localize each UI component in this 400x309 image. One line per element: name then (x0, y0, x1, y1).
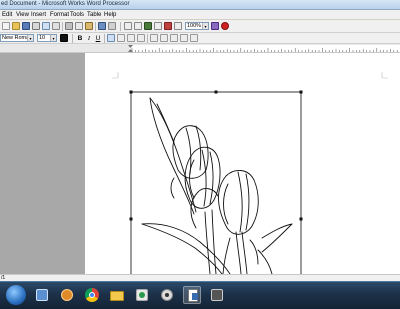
toolbar-separator (95, 22, 96, 31)
help-icon[interactable] (221, 22, 229, 30)
toolbar-separator (104, 34, 105, 43)
menu-bar: Edit View Insert Format Tools Table Help (0, 10, 400, 20)
spell-check-icon[interactable] (52, 22, 60, 30)
open-folder-icon[interactable] (12, 22, 20, 30)
print-icon[interactable] (32, 22, 40, 30)
ruler-ticks (128, 45, 398, 52)
title-bar: ed Document - Microsoft Works Word Proce… (0, 0, 400, 10)
chevron-down-icon[interactable]: ▾ (50, 35, 56, 41)
chrome-icon[interactable] (83, 286, 101, 304)
menu-tools[interactable]: Tools (70, 12, 84, 18)
toolbar-separator (72, 34, 73, 43)
word-processor-window: ed Document - Microsoft Works Word Proce… (0, 0, 400, 309)
document-page[interactable] (85, 53, 400, 274)
task-manager-icon[interactable] (33, 286, 51, 304)
handle-top-right[interactable] (299, 90, 303, 94)
picture-frame (130, 91, 302, 274)
menu-edit[interactable]: Edit (2, 12, 12, 18)
menu-help[interactable]: Help (104, 12, 116, 18)
chevron-down-icon[interactable]: ▾ (202, 23, 208, 29)
justify-icon[interactable] (137, 34, 145, 42)
columns-icon[interactable] (190, 34, 198, 42)
handle-middle-left[interactable] (129, 217, 133, 221)
handle-top-left[interactable] (129, 90, 133, 94)
toolbar-separator (120, 22, 121, 31)
insert-clipart-icon[interactable] (164, 22, 172, 30)
insert-spreadsheet-icon[interactable] (134, 22, 142, 30)
handle-middle-right[interactable] (299, 217, 303, 221)
standard-toolbar: 100% ▾ (0, 20, 400, 33)
toolbar-separator (62, 22, 63, 31)
cut-icon[interactable] (65, 22, 73, 30)
works-word-processor-icon[interactable] (183, 286, 201, 304)
decrease-indent-icon[interactable] (160, 34, 168, 42)
first-line-indent-marker[interactable] (128, 45, 133, 48)
font-name-select[interactable]: New Roman ▾ (0, 34, 34, 42)
borders-icon[interactable] (180, 34, 188, 42)
save-icon[interactable] (22, 22, 30, 30)
windows-start-icon[interactable] (6, 285, 26, 305)
print-preview-icon[interactable] (42, 22, 50, 30)
font-size-select[interactable]: 10 ▾ (37, 34, 57, 42)
document-area (0, 53, 400, 274)
horizontal-ruler[interactable] (0, 44, 400, 53)
task-launcher-icon[interactable] (211, 22, 219, 30)
chevron-down-icon[interactable]: ▾ (27, 35, 33, 41)
menu-view[interactable]: View (16, 12, 29, 18)
app-window-icon[interactable] (208, 286, 226, 304)
show-formatting-icon[interactable] (174, 22, 182, 30)
menu-format[interactable]: Format (50, 12, 69, 18)
zoom-select[interactable]: 100% ▾ (185, 22, 209, 30)
new-document-icon[interactable] (2, 22, 10, 30)
folder-icon[interactable] (108, 286, 126, 304)
align-left-icon[interactable] (107, 34, 115, 42)
menu-insert[interactable]: Insert (31, 12, 46, 18)
margin-marks (112, 72, 388, 79)
align-right-icon[interactable] (127, 34, 135, 42)
align-center-icon[interactable] (117, 34, 125, 42)
insert-picture-icon[interactable] (144, 22, 152, 30)
media-player-icon[interactable] (58, 286, 76, 304)
font-color-icon[interactable] (60, 34, 68, 42)
copy-icon[interactable] (75, 22, 83, 30)
tulip-picture[interactable] (129, 90, 303, 275)
underline-button[interactable]: U (94, 34, 102, 43)
insert-table-icon[interactable] (124, 22, 132, 30)
left-margin-gray (0, 53, 85, 274)
camera-icon[interactable] (158, 286, 176, 304)
toolbar-separator (147, 34, 148, 43)
undo-icon[interactable] (98, 22, 106, 30)
zoom-value: 100% (187, 23, 202, 29)
handle-top-middle[interactable] (214, 90, 218, 94)
window-title: ed Document - Microsoft Works Word Proce… (1, 1, 130, 7)
formatting-toolbar: New Roman ▾ 10 ▾ B I U (0, 33, 400, 44)
bullets-icon[interactable] (150, 34, 158, 42)
paste-icon[interactable] (85, 22, 93, 30)
status-bar: /1 (0, 274, 400, 281)
insert-chart-icon[interactable] (154, 22, 162, 30)
font-size-value: 10 (39, 35, 46, 41)
increase-indent-icon[interactable] (170, 34, 178, 42)
bold-button[interactable]: B (76, 34, 84, 43)
windows-taskbar (0, 281, 400, 309)
redo-icon[interactable] (108, 22, 116, 30)
page-contents (112, 72, 388, 275)
menu-table[interactable]: Table (87, 12, 101, 18)
paint-icon[interactable] (133, 286, 151, 304)
italic-button[interactable]: I (85, 34, 93, 43)
